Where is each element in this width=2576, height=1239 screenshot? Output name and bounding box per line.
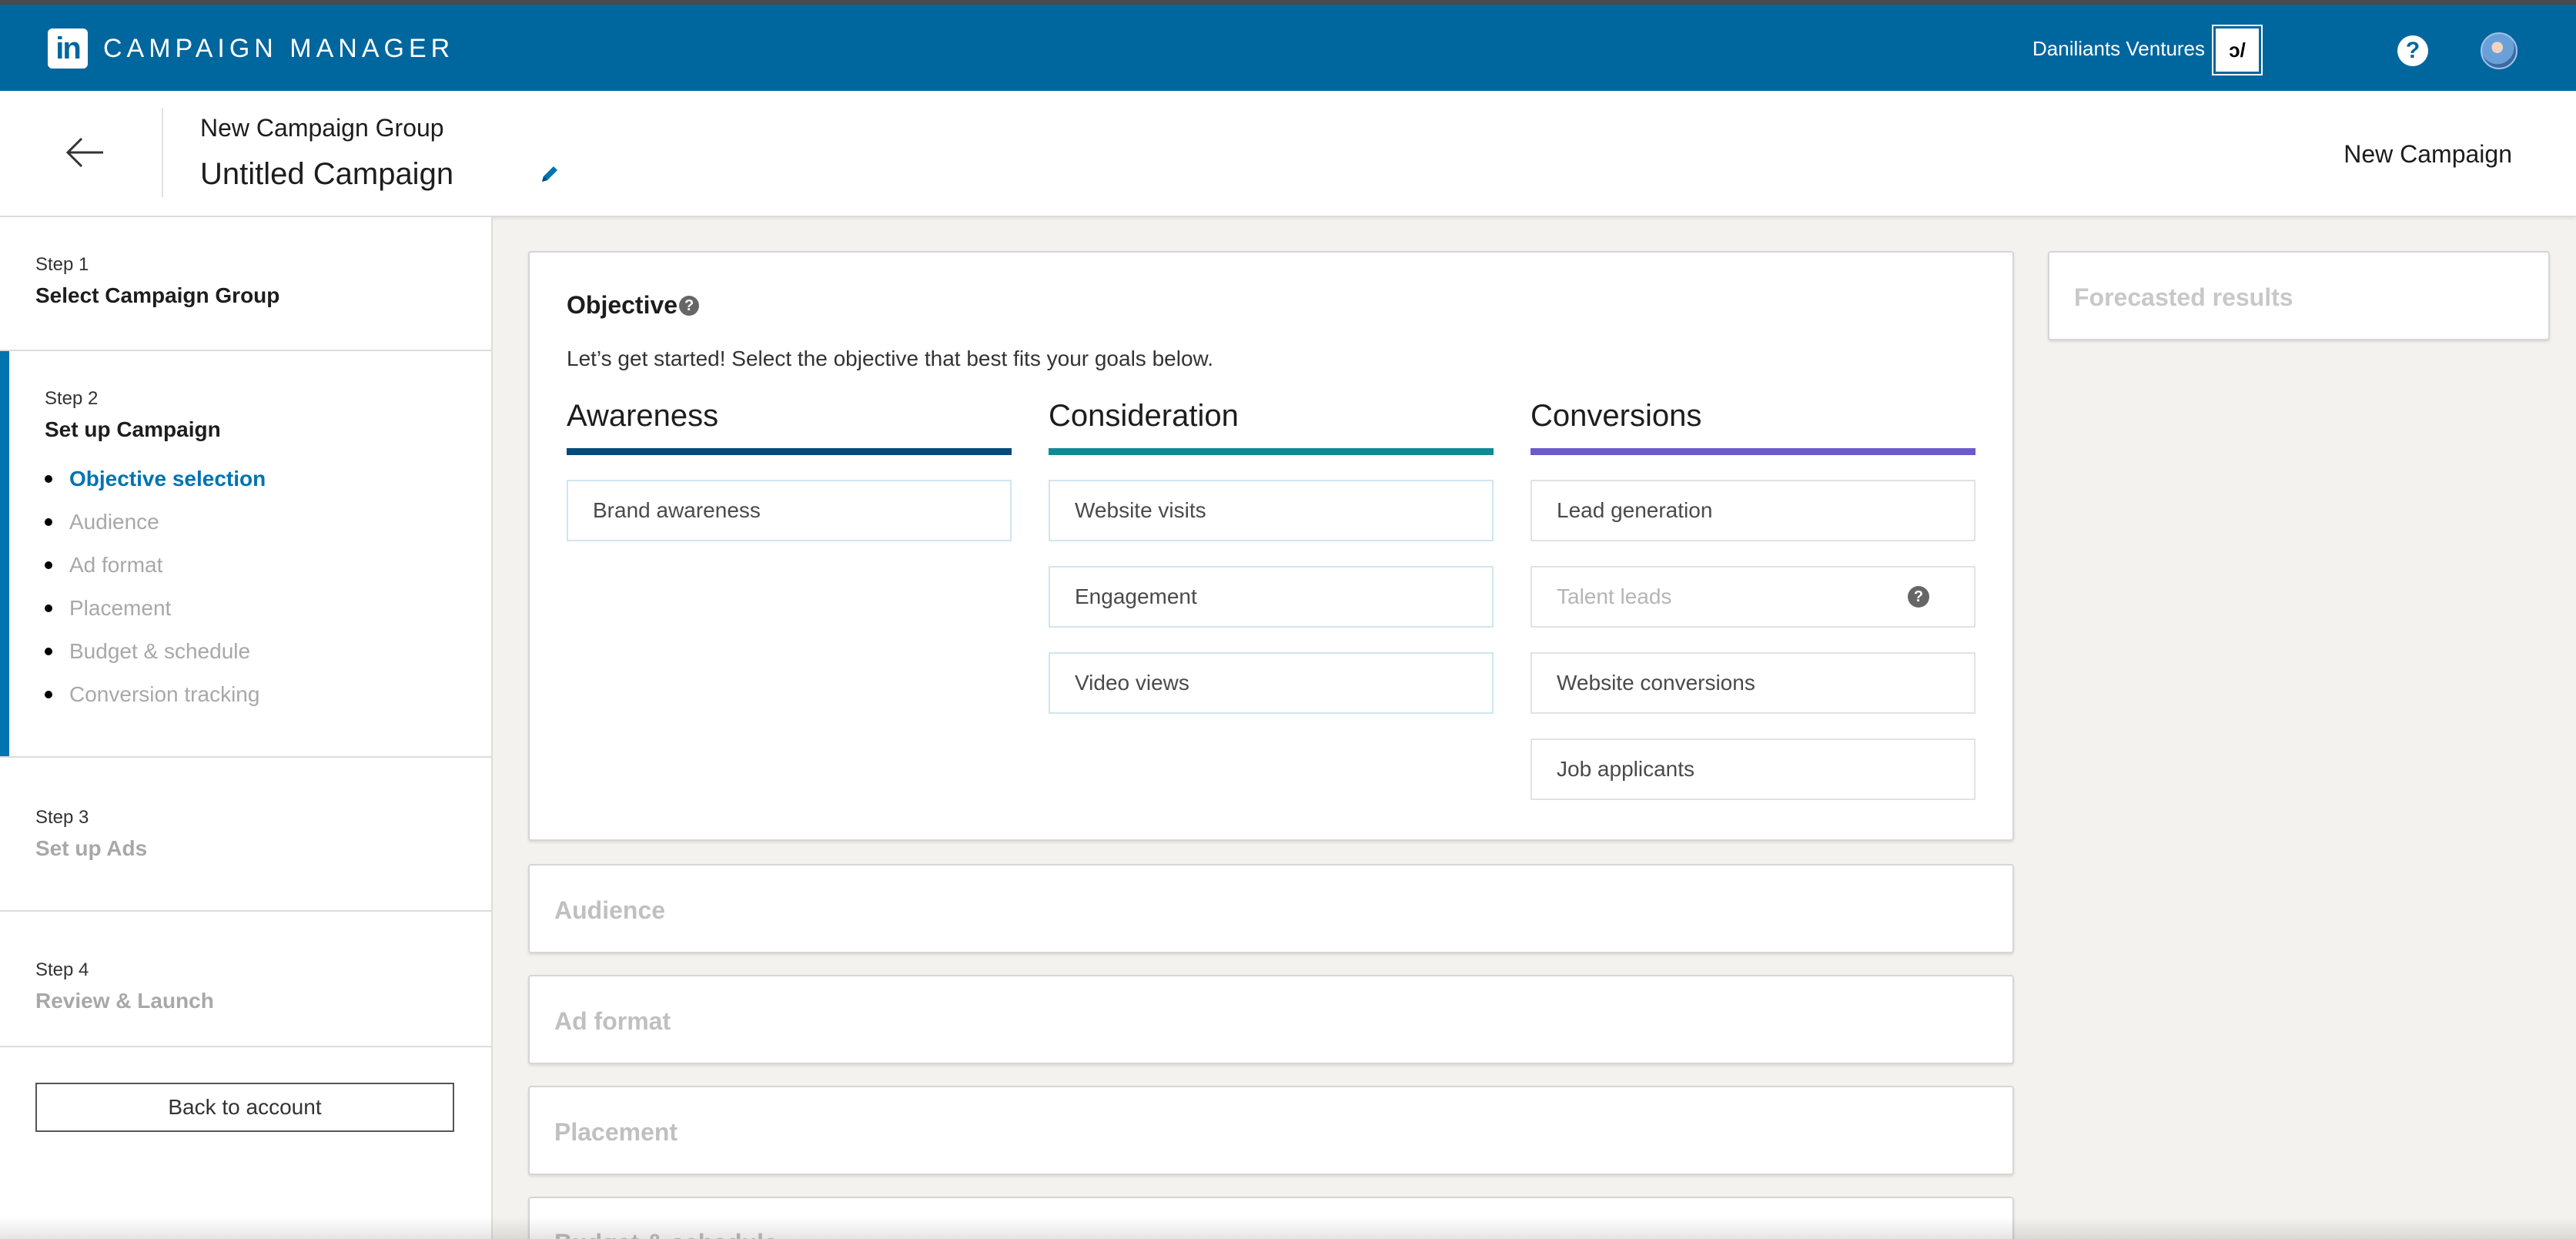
- divider: [162, 108, 163, 197]
- budget-schedule-section[interactable]: Budget & schedule: [528, 1197, 2014, 1239]
- substep-placement[interactable]: Placement: [45, 593, 491, 636]
- audience-section[interactable]: Audience: [528, 864, 2014, 953]
- substep-conversion-tracking[interactable]: Conversion tracking: [45, 679, 491, 722]
- linkedin-logo-icon: in: [48, 28, 88, 69]
- option-label: Talent leads: [1557, 584, 1672, 608]
- pencil-edit-icon[interactable]: [537, 162, 562, 186]
- objective-card: Objective ? Let’s get started! Select th…: [528, 251, 2014, 841]
- option-talent-leads: Talent leads ?: [1531, 566, 1975, 628]
- objective-help-icon[interactable]: ?: [679, 295, 700, 316]
- step-title: Set up Ads: [35, 836, 148, 860]
- option-website-visits[interactable]: Website visits: [1049, 480, 1494, 541]
- substep-list: Objective selection Audience Ad format P…: [45, 464, 491, 722]
- section-title: Budget & schedule: [554, 1229, 778, 1239]
- help-icon[interactable]: ?: [2397, 35, 2428, 66]
- campaign-header: New Campaign Group Untitled Campaign New…: [0, 91, 2576, 217]
- active-step-indicator: [0, 351, 9, 756]
- avatar[interactable]: [2481, 32, 2517, 69]
- option-engagement[interactable]: Engagement: [1049, 566, 1494, 628]
- objective-subtitle: Let’s get started! Select the objective …: [567, 347, 1213, 370]
- step-3[interactable]: Step 3 Set up Ads: [0, 758, 491, 912]
- brand[interactable]: in CAMPAIGN MANAGER: [48, 28, 454, 69]
- step-number: Step 3: [35, 807, 89, 828]
- account-logo-icon[interactable]: ↄ/: [2212, 25, 2263, 75]
- campaign-group-title: New Campaign Group: [200, 114, 444, 142]
- brand-name: CAMPAIGN MANAGER: [103, 33, 455, 63]
- section-title: Audience: [554, 896, 666, 924]
- step-number: Step 1: [35, 254, 89, 275]
- account-name[interactable]: Daniliants Ventures: [2032, 37, 2205, 61]
- column-heading: Conversions: [1531, 399, 1702, 433]
- step-title: Select Campaign Group: [35, 283, 280, 307]
- talent-leads-help-icon[interactable]: ?: [1908, 586, 1929, 608]
- option-video-views[interactable]: Video views: [1049, 652, 1494, 714]
- forecasted-results-card: Forecasted results: [2048, 251, 2550, 340]
- section-title: Ad format: [554, 1007, 671, 1035]
- back-to-account-button[interactable]: Back to account: [35, 1083, 454, 1132]
- column-color-bar: [567, 448, 1012, 455]
- top-header: in CAMPAIGN MANAGER Daniliants Ventures …: [0, 0, 2576, 91]
- placement-section[interactable]: Placement: [528, 1086, 2014, 1175]
- campaign-name[interactable]: Untitled Campaign: [200, 157, 453, 192]
- step-1[interactable]: Step 1 Select Campaign Group: [0, 217, 491, 351]
- column-color-bar: [1531, 448, 1975, 455]
- step-title: Review & Launch: [35, 989, 214, 1013]
- steps-sidebar: Step 1 Select Campaign Group Step 2 Set …: [0, 217, 493, 1239]
- consideration-column: Consideration Website visits Engagement …: [1049, 399, 1494, 738]
- column-color-bar: [1049, 448, 1494, 455]
- column-heading: Consideration: [1049, 399, 1239, 433]
- objective-title: Objective ?: [567, 291, 700, 320]
- option-website-conversions[interactable]: Website conversions: [1531, 652, 1975, 714]
- ad-format-section[interactable]: Ad format: [528, 975, 2014, 1064]
- option-brand-awareness[interactable]: Brand awareness: [567, 480, 1012, 541]
- column-heading: Awareness: [567, 399, 719, 433]
- step-title: Set up Campaign: [45, 417, 221, 441]
- option-lead-generation[interactable]: Lead generation: [1531, 480, 1975, 541]
- step-2[interactable]: Step 2 Set up Campaign Objective selecti…: [0, 351, 491, 758]
- conversions-column: Conversions Lead generation Talent leads…: [1531, 399, 1975, 825]
- option-job-applicants[interactable]: Job applicants: [1531, 738, 1975, 800]
- step-4[interactable]: Step 4 Review & Launch: [0, 912, 491, 1047]
- back-arrow-icon[interactable]: [65, 134, 106, 171]
- forecast-title: Forecasted results: [2074, 283, 2293, 311]
- step-number: Step 4: [35, 959, 89, 980]
- substep-budget-schedule[interactable]: Budget & schedule: [45, 636, 491, 679]
- substep-ad-format[interactable]: Ad format: [45, 550, 491, 593]
- section-title: Placement: [554, 1118, 678, 1146]
- awareness-column: Awareness Brand awareness: [567, 399, 1012, 566]
- substep-audience[interactable]: Audience: [45, 507, 491, 550]
- substep-objective-selection[interactable]: Objective selection: [45, 464, 491, 507]
- objective-title-text: Objective: [567, 291, 678, 319]
- step-number: Step 2: [45, 388, 99, 409]
- new-campaign-label: New Campaign: [2343, 140, 2512, 168]
